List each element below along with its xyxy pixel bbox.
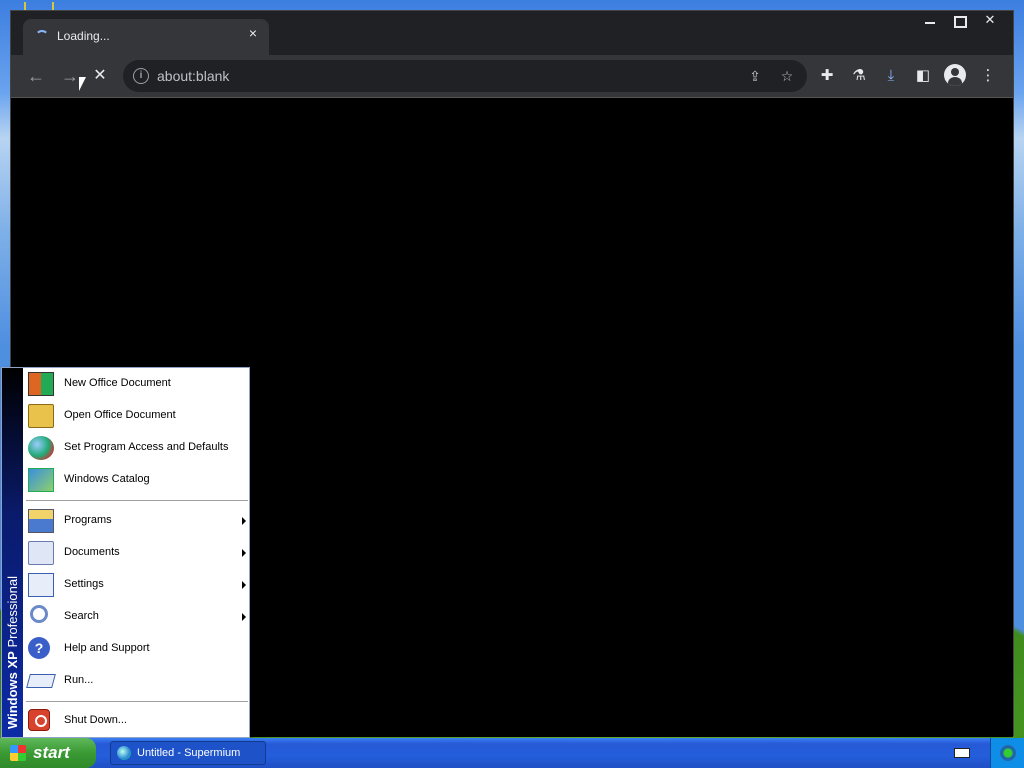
menu-item-windows-catalog[interactable]: Windows Catalog bbox=[24, 464, 250, 496]
taskbar: start Untitled - Supermium bbox=[0, 738, 1024, 768]
menu-item-new-office-document[interactable]: New Office Document bbox=[24, 368, 250, 400]
menu-item-label: Help and Support bbox=[64, 642, 150, 654]
download-icon[interactable]: ⤓ bbox=[880, 65, 902, 87]
menu-item-label: Windows Catalog bbox=[64, 473, 150, 485]
run-icon bbox=[26, 674, 56, 688]
documents-icon bbox=[28, 541, 54, 565]
keyboard-layout-icon[interactable] bbox=[954, 748, 970, 758]
minimize-button[interactable] bbox=[915, 11, 945, 31]
labs-flask-icon[interactable]: ⚗ bbox=[848, 65, 870, 87]
programs-icon bbox=[28, 509, 54, 533]
profile-avatar-icon[interactable] bbox=[944, 64, 966, 86]
start-menu-sidebar: Windows XP Professional bbox=[2, 368, 23, 737]
menu-item-label: Set Program Access and Defaults bbox=[64, 441, 229, 453]
menu-item-run[interactable]: Run... bbox=[24, 665, 250, 697]
tab-title: Loading... bbox=[57, 29, 110, 43]
taskbar-item-label: Untitled - Supermium bbox=[137, 747, 241, 759]
settings-icon bbox=[28, 573, 54, 597]
menu-item-label: Open Office Document bbox=[64, 409, 176, 421]
tray-network-icon[interactable] bbox=[1000, 745, 1016, 761]
menu-item-shut-down[interactable]: Shut Down... bbox=[24, 705, 250, 737]
office-document-icon bbox=[28, 372, 54, 396]
menu-item-label: Documents bbox=[64, 546, 120, 558]
menu-item-search[interactable]: Search bbox=[24, 601, 250, 633]
close-window-button[interactable]: ✕ bbox=[973, 11, 1007, 31]
start-button[interactable]: start bbox=[0, 738, 96, 768]
maximize-button[interactable] bbox=[945, 11, 975, 31]
windows-flag-icon bbox=[10, 745, 26, 761]
taskbar-item-supermium[interactable]: Untitled - Supermium bbox=[110, 741, 266, 765]
program-access-icon bbox=[28, 436, 54, 460]
menu-item-label: Settings bbox=[64, 578, 104, 590]
open-folder-icon bbox=[28, 404, 54, 428]
menu-item-open-office-document[interactable]: Open Office Document bbox=[24, 400, 250, 432]
supermium-icon bbox=[117, 746, 131, 760]
mouse-cursor-icon bbox=[79, 77, 93, 91]
tab-loading[interactable]: Loading... × bbox=[23, 19, 269, 55]
menu-item-label: Shut Down... bbox=[64, 714, 127, 726]
browser-toolbar: ← → ✕ i about:blank ⇪ ☆ ✚ ⚗ ⤓ ◧ ⋮ bbox=[11, 55, 1013, 97]
shut-down-icon bbox=[28, 709, 50, 731]
share-icon[interactable]: ⇪ bbox=[745, 66, 765, 86]
loading-spinner-icon bbox=[35, 30, 49, 44]
system-tray bbox=[990, 738, 1024, 768]
menu-item-help-and-support[interactable]: ? Help and Support bbox=[24, 633, 250, 665]
address-text: about:blank bbox=[157, 68, 230, 84]
menu-item-programs[interactable]: Programs bbox=[24, 505, 250, 537]
menu-item-settings[interactable]: Settings bbox=[24, 569, 250, 601]
info-icon[interactable]: i bbox=[133, 68, 149, 84]
menu-item-label: New Office Document bbox=[64, 377, 171, 389]
submenu-arrow-icon bbox=[242, 549, 246, 557]
menu-item-set-program-access[interactable]: Set Program Access and Defaults bbox=[24, 432, 250, 464]
submenu-arrow-icon bbox=[242, 517, 246, 525]
submenu-arrow-icon bbox=[242, 581, 246, 589]
side-panel-icon[interactable]: ◧ bbox=[912, 65, 934, 87]
menu-separator bbox=[26, 701, 248, 702]
extensions-puzzle-icon[interactable]: ✚ bbox=[816, 65, 838, 87]
search-icon bbox=[30, 605, 48, 623]
catalog-icon bbox=[28, 468, 54, 492]
back-button[interactable]: ← bbox=[23, 63, 49, 89]
sidebar-branding: Windows XP Professional bbox=[5, 575, 20, 729]
bookmark-star-icon[interactable]: ☆ bbox=[777, 66, 797, 86]
menu-item-label: Run... bbox=[64, 674, 94, 686]
address-bar[interactable]: i about:blank ⇪ ☆ bbox=[123, 60, 807, 92]
menu-item-documents[interactable]: Documents bbox=[24, 537, 250, 569]
menu-item-label: Search bbox=[64, 610, 99, 622]
menu-kebab-icon[interactable]: ⋮ bbox=[977, 65, 999, 87]
start-menu: Windows XP Professional New Office Docum… bbox=[1, 367, 250, 738]
tab-strip: Loading... × ✕ bbox=[11, 11, 1013, 55]
help-icon: ? bbox=[28, 637, 50, 659]
menu-separator bbox=[26, 500, 248, 501]
tab-close-icon[interactable]: × bbox=[245, 25, 261, 41]
submenu-arrow-icon bbox=[242, 613, 246, 621]
start-label: start bbox=[33, 743, 70, 762]
menu-item-label: Programs bbox=[64, 514, 112, 526]
